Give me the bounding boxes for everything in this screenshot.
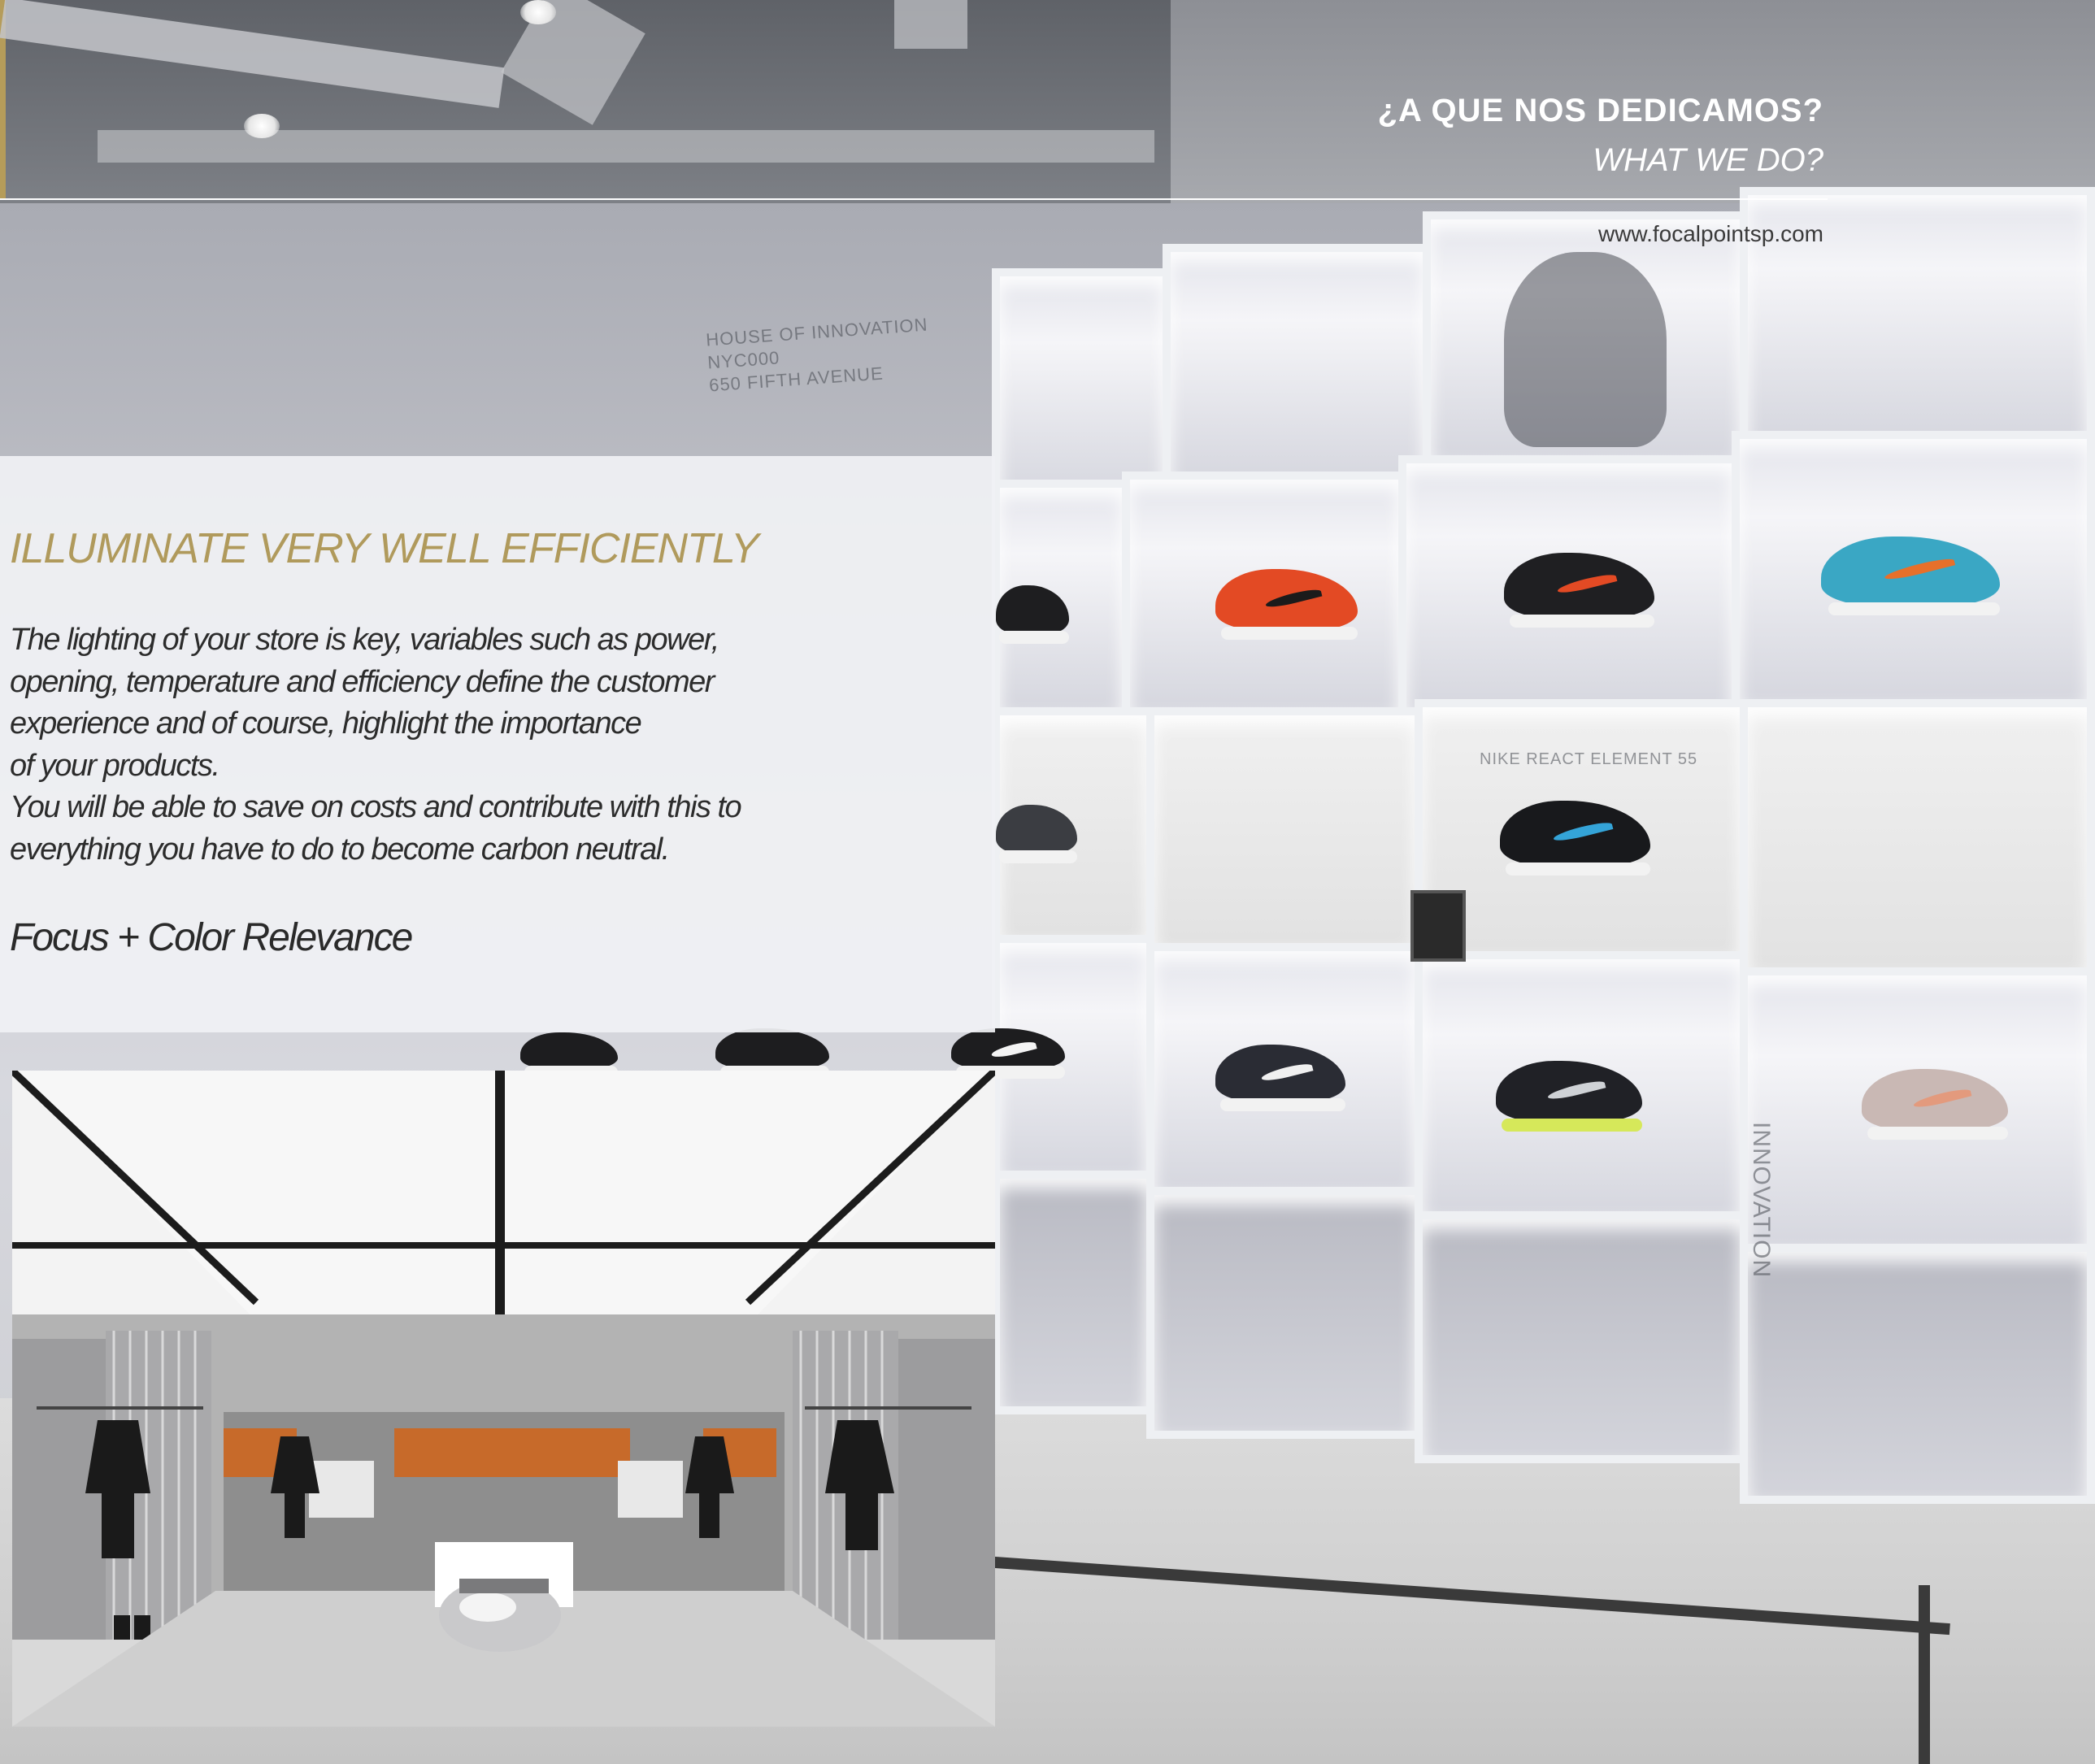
header-divider [0, 198, 1828, 200]
display-cubby [1740, 699, 2095, 975]
body-line: experience and of course, highlight the … [10, 706, 642, 741]
boutique-interior-illustration [12, 1071, 995, 1727]
display-cubby [1415, 1211, 1748, 1463]
display-cubby [992, 1171, 1154, 1414]
floor-line [1919, 1585, 1930, 1764]
section-heading: ILLUMINATE VERY WELL EFFICIENTLY [10, 525, 759, 572]
display-cubby [1740, 1244, 2095, 1504]
display-cubby [1163, 244, 1431, 488]
vertical-innovation-sign: INNOVATION [1748, 1122, 1775, 1279]
qr-code-stand [1410, 890, 1466, 962]
boutique-interior-photo [12, 1071, 995, 1727]
page-subtitle: WHAT WE DO? [1593, 142, 1823, 178]
body-line: opening, temperature and efficiency defi… [10, 664, 715, 699]
brochure-page: HOUSE OF INNOVATION NYC000 650 FIFTH AVE… [0, 0, 2095, 1764]
website-url[interactable]: www.focalpointsp.com [1598, 221, 1823, 247]
section-body: The lighting of your store is key, varia… [10, 619, 985, 871]
page-title: ¿A QUE NOS DEDICAMOS? [1377, 93, 1823, 128]
display-cubby [1146, 1187, 1423, 1439]
display-cubby [992, 268, 1171, 504]
ceiling-light [244, 114, 280, 138]
body-line: of your products. [10, 748, 220, 783]
body-line: The lighting of your store is key, varia… [10, 623, 719, 657]
react-element-sign: NIKE REACT ELEMENT 55 [1480, 750, 1698, 768]
body-line: everything you have to do to become carb… [10, 832, 670, 867]
display-cubby [1146, 707, 1423, 951]
ceiling-duct [894, 0, 967, 49]
section-tagline: Focus + Color Relevance [10, 916, 413, 959]
body-line: You will be able to save on costs and co… [10, 790, 742, 824]
ceiling-light [520, 0, 556, 24]
athlete-graphic [1504, 252, 1667, 447]
